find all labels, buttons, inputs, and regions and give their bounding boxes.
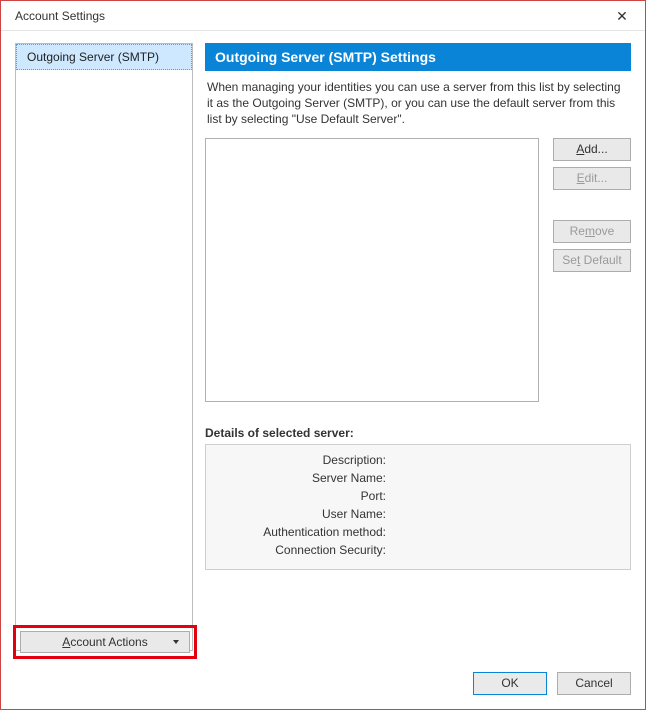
detail-label: User Name: bbox=[214, 505, 390, 523]
detail-connection-security: Connection Security: bbox=[214, 541, 622, 559]
main-panel: Outgoing Server (SMTP) Settings When man… bbox=[205, 43, 631, 651]
detail-value bbox=[390, 523, 622, 541]
detail-label: Server Name: bbox=[214, 469, 390, 487]
detail-label: Port: bbox=[214, 487, 390, 505]
detail-label: Connection Security: bbox=[214, 541, 390, 559]
detail-value bbox=[390, 505, 622, 523]
ok-button[interactable]: OK bbox=[473, 672, 547, 695]
detail-value bbox=[390, 469, 622, 487]
detail-server-name: Server Name: bbox=[214, 469, 622, 487]
account-actions-highlight: Account Actions bbox=[13, 625, 197, 659]
dialog-body: Outgoing Server (SMTP) Account Actions O… bbox=[15, 43, 631, 695]
detail-auth-method: Authentication method: bbox=[214, 523, 622, 541]
account-actions-label: Account Actions bbox=[62, 635, 147, 649]
dialog-footer: OK Cancel bbox=[473, 672, 631, 695]
detail-label: Description: bbox=[214, 451, 390, 469]
detail-value bbox=[390, 541, 622, 559]
account-settings-window: Account Settings ✕ Outgoing Server (SMTP… bbox=[0, 0, 646, 710]
edit-button[interactable]: Edit... bbox=[553, 167, 631, 190]
detail-value bbox=[390, 487, 622, 505]
details-box: Description: Server Name: Port: User Nam… bbox=[205, 444, 631, 570]
button-gap bbox=[553, 196, 631, 214]
detail-description: Description: bbox=[214, 451, 622, 469]
panel-intro-text: When managing your identities you can us… bbox=[205, 71, 631, 138]
smtp-server-list[interactable] bbox=[205, 138, 539, 402]
close-icon[interactable]: ✕ bbox=[607, 6, 637, 26]
remove-button[interactable]: Remove bbox=[553, 220, 631, 243]
add-button[interactable]: Add... bbox=[553, 138, 631, 161]
detail-user-name: User Name: bbox=[214, 505, 622, 523]
titlebar: Account Settings ✕ bbox=[1, 1, 645, 31]
set-default-button[interactable]: Set Default bbox=[553, 249, 631, 272]
account-actions-button[interactable]: Account Actions bbox=[20, 631, 190, 653]
details-heading: Details of selected server: bbox=[205, 426, 631, 444]
cancel-button[interactable]: Cancel bbox=[557, 672, 631, 695]
detail-value bbox=[390, 451, 622, 469]
accounts-sidebar: Outgoing Server (SMTP) bbox=[15, 43, 193, 651]
panel-header: Outgoing Server (SMTP) Settings bbox=[205, 43, 631, 71]
window-title: Account Settings bbox=[15, 9, 105, 23]
sidebar-item-label: Outgoing Server (SMTP) bbox=[27, 50, 159, 64]
server-area: Add... Edit... Remove Set Default bbox=[205, 138, 631, 402]
server-buttons: Add... Edit... Remove Set Default bbox=[553, 138, 631, 402]
detail-port: Port: bbox=[214, 487, 622, 505]
detail-label: Authentication method: bbox=[214, 523, 390, 541]
chevron-down-icon bbox=[173, 640, 179, 644]
sidebar-item-outgoing-smtp[interactable]: Outgoing Server (SMTP) bbox=[16, 44, 192, 70]
